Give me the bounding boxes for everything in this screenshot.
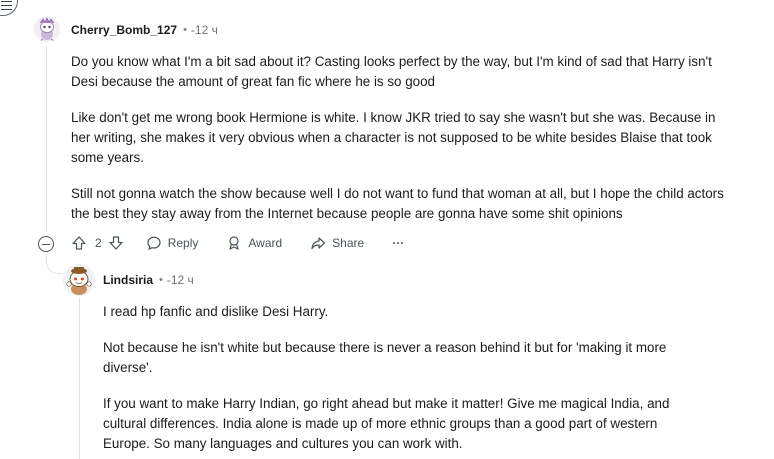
comment-meta: Cherry_Bomb_127 • -12 ч <box>71 23 218 37</box>
comment-paragraph: If you want to make Harry Indian, go rig… <box>103 396 670 451</box>
downvote-button[interactable] <box>108 235 124 251</box>
award-icon <box>229 236 239 250</box>
comment-paragraph: Still not gonna watch the show because w… <box>71 186 724 221</box>
award-label: Award <box>248 236 283 250</box>
avatar[interactable] <box>63 264 95 296</box>
separator-dot: • <box>159 274 163 286</box>
comment-actions: 2 Reply Award Share ··· <box>71 235 404 251</box>
vote-count: 2 <box>95 236 102 250</box>
award-button[interactable]: Award <box>226 235 282 251</box>
downvote-icon <box>109 236 123 250</box>
comment-paragraph: Do you know what I'm a bit sad about it?… <box>71 54 712 89</box>
thread-line[interactable] <box>46 46 47 232</box>
more-options-button[interactable]: ··· <box>392 236 404 250</box>
comment-paragraph: I read hp fanfic and dislike Desi Harry. <box>103 304 329 319</box>
upvote-icon <box>72 236 86 250</box>
upvote-button[interactable] <box>71 235 87 251</box>
avatar[interactable] <box>34 16 60 42</box>
snoo-avatar-icon <box>66 267 92 295</box>
collapse-comment-button[interactable] <box>38 236 54 252</box>
collapse-icon <box>0 0 12 10</box>
reply-label: Reply <box>167 236 199 250</box>
reply-button[interactable]: Reply <box>146 235 199 251</box>
comment-meta: Lindsiria • -12 ч <box>103 273 194 287</box>
comment-bubble-icon <box>147 236 161 251</box>
username[interactable]: Lindsiria <box>103 273 153 287</box>
timestamp[interactable]: -12 ч <box>191 23 218 37</box>
share-label: Share <box>332 236 365 250</box>
comment-paragraph: Like don't get me wrong book Hermione is… <box>71 110 716 165</box>
minus-icon <box>42 243 50 245</box>
comment-body: I read hp fanfic and dislike Desi Harry.… <box>103 302 703 454</box>
snoo-avatar-icon <box>39 17 55 42</box>
username[interactable]: Cherry_Bomb_127 <box>71 23 177 37</box>
timestamp[interactable]: -12 ч <box>167 273 194 287</box>
separator-dot: • <box>183 24 187 36</box>
comment-paragraph: Not because he isn't white but because t… <box>103 340 667 375</box>
thread-line[interactable] <box>79 298 80 459</box>
comment-thread: Cherry_Bomb_127 • -12 ч Do you know what… <box>0 0 774 459</box>
collapse-thread-button[interactable] <box>0 0 18 16</box>
share-icon <box>311 237 326 250</box>
more-options-icon: ··· <box>392 236 405 250</box>
thread-connector <box>46 254 64 274</box>
share-button[interactable]: Share <box>310 235 364 251</box>
comment-body: Do you know what I'm a bit sad about it?… <box>71 52 731 224</box>
